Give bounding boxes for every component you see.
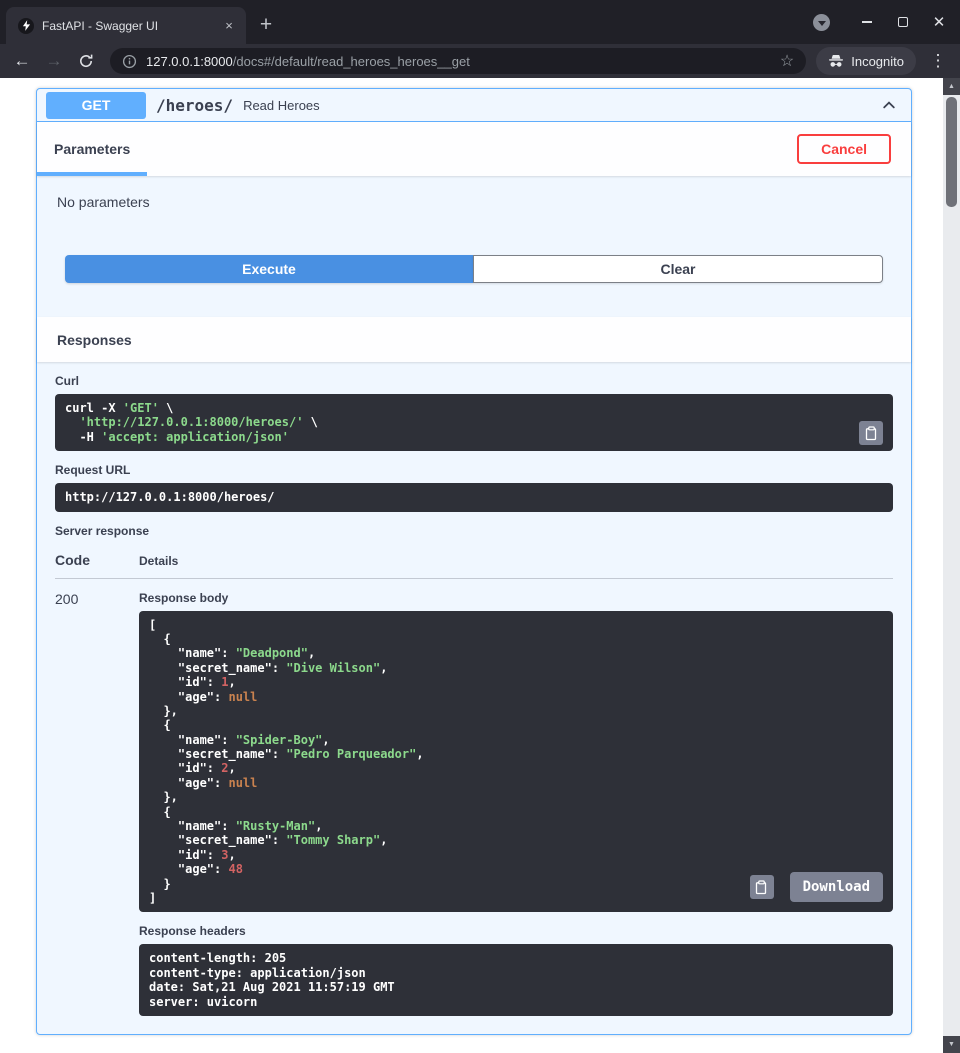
response-headers-block: content-length: 205content-type: applica… bbox=[139, 944, 893, 1016]
incognito-label: Incognito bbox=[851, 54, 904, 69]
response-row-200: 200 Response body [ { "name": "Deadpond"… bbox=[55, 579, 893, 1016]
request-url-value: http://127.0.0.1:8000/heroes/ bbox=[65, 490, 275, 504]
reload-icon[interactable] bbox=[72, 47, 100, 75]
response-body-block: [ { "name": "Deadpond", "secret_name": "… bbox=[139, 611, 893, 913]
curl-label: Curl bbox=[55, 374, 893, 388]
response-table-header: Code Details bbox=[55, 544, 893, 579]
scroll-down-icon[interactable]: ▼ bbox=[943, 1036, 960, 1053]
cancel-button[interactable]: Cancel bbox=[797, 134, 891, 164]
copy-curl-icon[interactable] bbox=[859, 421, 883, 445]
opblock-get-heroes: GET /heroes/ Read Heroes Parameters Canc… bbox=[36, 88, 912, 1035]
responses-title: Responses bbox=[57, 332, 132, 348]
code-column-header: Code bbox=[55, 552, 139, 568]
menu-icon[interactable]: ⋮ bbox=[924, 47, 952, 75]
new-tab-button[interactable]: + bbox=[252, 11, 280, 39]
parameters-body: No parameters bbox=[37, 176, 911, 255]
curl-command-block: curl -X 'GET' \ 'http://127.0.0.1:8000/h… bbox=[55, 394, 893, 451]
page-scrollbar[interactable]: ▲ ▼ bbox=[943, 78, 960, 1053]
operation-path: /heroes/ bbox=[156, 96, 233, 115]
browser-window: FastAPI - Swagger UI × + ✕ ← → 127.0.0.1… bbox=[0, 0, 960, 1053]
forward-icon[interactable]: → bbox=[40, 47, 68, 75]
swagger-page: GET /heroes/ Read Heroes Parameters Canc… bbox=[0, 78, 960, 1053]
response-body-label: Response body bbox=[139, 591, 893, 605]
request-url-label: Request URL bbox=[55, 463, 893, 477]
tab-search-icon[interactable] bbox=[813, 14, 830, 31]
responses-section-header: Responses bbox=[37, 317, 911, 362]
response-headers-label: Response headers bbox=[139, 924, 893, 938]
method-badge: GET bbox=[46, 92, 146, 119]
request-url-block: http://127.0.0.1:8000/heroes/ bbox=[55, 483, 893, 511]
address-bar[interactable]: 127.0.0.1:8000/docs#/default/read_heroes… bbox=[110, 48, 806, 74]
back-icon[interactable]: ← bbox=[8, 47, 36, 75]
server-response-label: Server response bbox=[55, 524, 893, 538]
tab-title: FastAPI - Swagger UI bbox=[42, 19, 212, 33]
tab-bar: FastAPI - Swagger UI × + ✕ bbox=[0, 0, 960, 44]
fastapi-favicon-icon bbox=[18, 18, 34, 34]
url-text: 127.0.0.1:8000/docs#/default/read_heroes… bbox=[146, 54, 771, 69]
bookmark-star-icon[interactable]: ☆ bbox=[780, 51, 794, 71]
no-parameters-text: No parameters bbox=[57, 194, 891, 210]
download-button[interactable]: Download bbox=[790, 872, 883, 902]
operation-summary: Read Heroes bbox=[243, 98, 320, 113]
details-column-header: Details bbox=[139, 554, 178, 568]
status-code: 200 bbox=[55, 591, 139, 1016]
parameters-tab: Parameters bbox=[37, 122, 147, 176]
copy-response-icon[interactable] bbox=[750, 875, 774, 899]
maximize-button[interactable] bbox=[888, 7, 918, 37]
response-details: Response body [ { "name": "Deadpond", "s… bbox=[139, 591, 893, 1016]
clear-button[interactable]: Clear bbox=[473, 255, 883, 283]
browser-tab[interactable]: FastAPI - Swagger UI × bbox=[6, 7, 246, 44]
incognito-badge: Incognito bbox=[816, 47, 916, 75]
parameters-section-header: Parameters Cancel bbox=[37, 122, 911, 176]
incognito-icon bbox=[828, 53, 844, 69]
navigation-bar: ← → 127.0.0.1:8000/docs#/default/read_he… bbox=[0, 44, 960, 78]
close-button[interactable]: ✕ bbox=[924, 7, 954, 37]
site-info-icon[interactable] bbox=[122, 54, 137, 69]
parameters-title: Parameters bbox=[54, 141, 130, 157]
execute-row: Execute Clear bbox=[37, 255, 911, 317]
minimize-button[interactable] bbox=[852, 7, 882, 37]
scrollbar-thumb[interactable] bbox=[946, 97, 957, 207]
scroll-up-icon[interactable]: ▲ bbox=[943, 78, 960, 95]
collapse-chevron-icon[interactable] bbox=[881, 97, 897, 113]
responses-body: Curl curl -X 'GET' \ 'http://127.0.0.1:8… bbox=[37, 374, 911, 1034]
opblock-header[interactable]: GET /heroes/ Read Heroes bbox=[37, 89, 911, 122]
server-response-table: Code Details 200 Response body [ { "name… bbox=[55, 544, 893, 1016]
tab-close-icon[interactable]: × bbox=[220, 17, 238, 35]
execute-button[interactable]: Execute bbox=[65, 255, 473, 283]
